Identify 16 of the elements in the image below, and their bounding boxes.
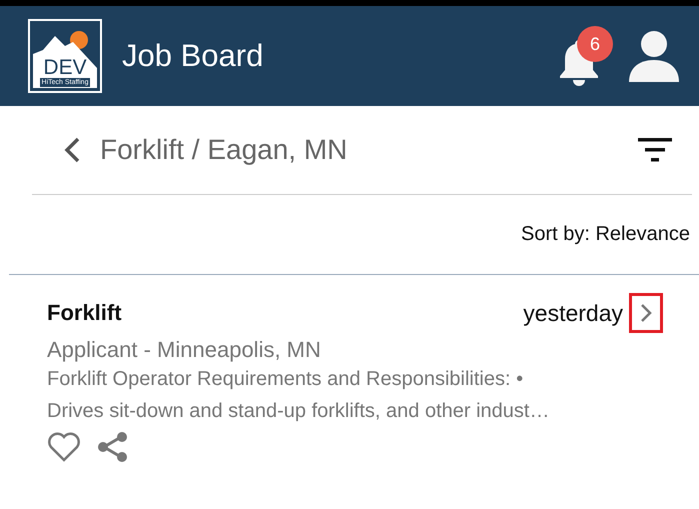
logo-text: DEV	[43, 58, 87, 78]
share-icon[interactable]	[97, 431, 129, 463]
notification-badge: 6	[577, 26, 613, 62]
user-icon[interactable]	[629, 30, 679, 82]
app-title: Job Board	[122, 38, 264, 74]
posted-date: yesterday	[523, 300, 623, 326]
job-location: Applicant - Minneapolis, MN	[47, 337, 322, 363]
sort-selector[interactable]: Sort by: Relevance	[521, 223, 690, 246]
job-title: Forklift	[47, 300, 123, 326]
back-icon[interactable]	[64, 137, 80, 163]
heart-icon[interactable]	[47, 432, 81, 462]
chevron-icon	[640, 303, 652, 323]
job-description: Forklift Operator Requirements and Responsibilities: • Drives sit-down and stand-up forklifts, and other indust…	[47, 367, 550, 424]
search-query: Forklift / Eagan, MN	[100, 134, 348, 166]
open-job-button[interactable]	[629, 293, 663, 333]
filter-icon[interactable]	[638, 138, 672, 162]
